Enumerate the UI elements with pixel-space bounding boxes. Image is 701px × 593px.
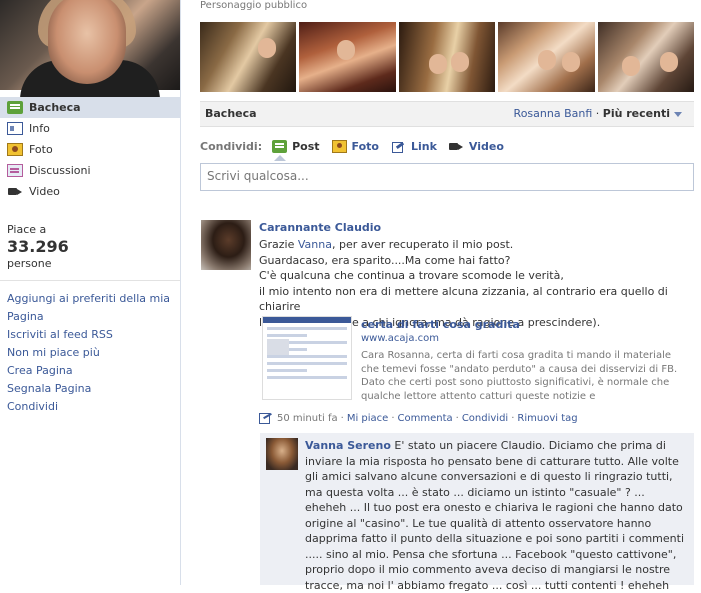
- message-text: , per aver recuperato il mio post.: [332, 238, 514, 251]
- share-label: Condividi:: [200, 139, 263, 153]
- comment-text: E' stato un piacere Claudio. Diciamo che…: [305, 439, 685, 592]
- meta-separator: ·: [391, 412, 395, 424]
- report-page-link[interactable]: Segnala Pagina: [7, 380, 175, 398]
- post-icon: [272, 139, 288, 153]
- discussion-icon: [7, 164, 23, 177]
- link-icon: [391, 140, 406, 153]
- attachment-description: Cara Rosanna, certa di farti cosa gradit…: [361, 350, 678, 402]
- attachment-title-link[interactable]: certa di farti cosa gradita: [361, 318, 520, 331]
- nav-item-discussioni[interactable]: Discussioni: [0, 160, 180, 181]
- photo-icon: [331, 139, 347, 153]
- comment-link[interactable]: Commenta: [398, 413, 453, 424]
- selection-caret: [274, 155, 286, 161]
- nav-item-bacheca[interactable]: Bacheca: [0, 97, 180, 118]
- create-page-link[interactable]: Crea Pagina: [7, 362, 175, 380]
- attachment-thumbnail[interactable]: [262, 316, 352, 400]
- meta-separator: ·: [340, 412, 344, 424]
- share-post-tab[interactable]: Post: [272, 139, 320, 153]
- like-link[interactable]: Mi piace: [347, 413, 389, 424]
- share-link-icon: [259, 412, 273, 424]
- likes-count: 33.296: [7, 237, 69, 256]
- nav-item-video[interactable]: Video: [0, 181, 180, 202]
- story-timestamp: 50 minuti fa: [277, 412, 338, 424]
- message-line: C'è qualcuna che continua a trovare scom…: [259, 269, 564, 282]
- share-page-link[interactable]: Condividi: [7, 398, 175, 416]
- filter-sort[interactable]: Più recenti: [603, 107, 670, 120]
- message-line: Guardacaso, era sparito....Ma come hai f…: [259, 253, 511, 267]
- composer-box[interactable]: [200, 163, 694, 191]
- story-author-link[interactable]: Carannante Claudio: [259, 221, 689, 234]
- story: Carannante Claudio Grazie Vanna, per ave…: [259, 221, 689, 330]
- link-attachment: certa di farti cosa gradita www.acaja.co…: [259, 316, 689, 408]
- share-bar: Condividi: Post Foto Link Video: [200, 137, 694, 161]
- photo-thumbnail[interactable]: [398, 22, 496, 92]
- photo-strip: [200, 22, 695, 92]
- mention-link[interactable]: Vanna: [298, 238, 332, 251]
- message-text: Grazie: [259, 238, 298, 251]
- profile-picture[interactable]: [0, 0, 180, 100]
- wall-filter: Rosanna Banfi · Più recenti: [514, 107, 682, 120]
- nav-item-label: Foto: [29, 143, 53, 156]
- meta-separator: ·: [511, 412, 515, 424]
- remove-tag-link[interactable]: Rimuovi tag: [517, 413, 577, 424]
- attachment-domain-link[interactable]: www.acaja.com: [361, 333, 439, 344]
- share-option-label: Link: [410, 139, 437, 153]
- avatar[interactable]: [201, 220, 251, 270]
- photo-thumbnail[interactable]: [200, 22, 297, 92]
- comment: Vanna Sereno E' stato un piacere Claudio…: [260, 433, 694, 592]
- share-option-label: Post: [292, 139, 320, 153]
- nav-item-label: Bacheca: [29, 101, 81, 114]
- wall-header: Bacheca Rosanna Banfi · Più recenti: [200, 101, 694, 127]
- page-category: Personaggio pubblico: [200, 0, 308, 11]
- likes-box: Piace a 33.296 persone: [7, 223, 175, 270]
- left-column: Bacheca Info Foto Discussioni Video Piac…: [0, 0, 181, 585]
- nav-item-label: Discussioni: [29, 164, 91, 177]
- comment-body: Vanna Sereno E' stato un piacere Claudio…: [305, 438, 685, 593]
- share-option-label: Foto: [351, 139, 379, 153]
- likes-unit: persone: [7, 257, 52, 270]
- message-line: Grazie Vanna, per aver recuperato il mio…: [259, 237, 689, 253]
- page-actions: Aggiungi ai preferiti della mia Pagina I…: [7, 290, 175, 416]
- photo-thumbnail[interactable]: [498, 22, 595, 92]
- nav-item-foto[interactable]: Foto: [0, 139, 180, 160]
- filter-owner-link[interactable]: Rosanna Banfi: [514, 107, 593, 120]
- likes-label: Piace a: [7, 223, 47, 236]
- share-video-tab[interactable]: Video: [448, 139, 504, 153]
- wall-icon: [7, 101, 23, 114]
- info-icon: [7, 122, 23, 135]
- filter-separator: ·: [592, 107, 603, 120]
- share-link[interactable]: Condividi: [462, 413, 508, 424]
- share-option-label: Video: [468, 139, 504, 153]
- share-photo-tab[interactable]: Foto: [331, 139, 379, 153]
- photo-icon: [7, 143, 23, 156]
- comment-avatar[interactable]: [266, 438, 298, 470]
- comment-author-link[interactable]: Vanna Sereno: [305, 439, 391, 452]
- nav-item-info[interactable]: Info: [0, 118, 180, 139]
- add-to-favorites-link[interactable]: Aggiungi ai preferiti della mia Pagina: [7, 290, 175, 326]
- story-meta: 50 minuti fa · Mi piace · Commenta · Con…: [259, 411, 689, 425]
- message-line: il mio intento non era di mettere alcuna…: [259, 284, 668, 314]
- rss-subscribe-link[interactable]: Iscriviti al feed RSS: [7, 326, 175, 344]
- video-icon: [7, 185, 23, 198]
- nav-item-label: Info: [29, 122, 50, 135]
- wall-title: Bacheca: [205, 107, 257, 120]
- status-input[interactable]: [201, 164, 683, 188]
- photo-thumbnail[interactable]: [597, 22, 695, 92]
- page-nav: Bacheca Info Foto Discussioni Video: [0, 97, 180, 202]
- share-link-tab[interactable]: Link: [391, 140, 437, 153]
- nav-item-label: Video: [29, 185, 60, 198]
- unlike-link[interactable]: Non mi piace più: [7, 344, 175, 362]
- meta-separator: ·: [455, 412, 459, 424]
- photo-thumbnail[interactable]: [299, 22, 396, 92]
- video-icon: [448, 140, 464, 153]
- divider: [0, 280, 180, 281]
- chevron-down-icon[interactable]: [674, 111, 682, 117]
